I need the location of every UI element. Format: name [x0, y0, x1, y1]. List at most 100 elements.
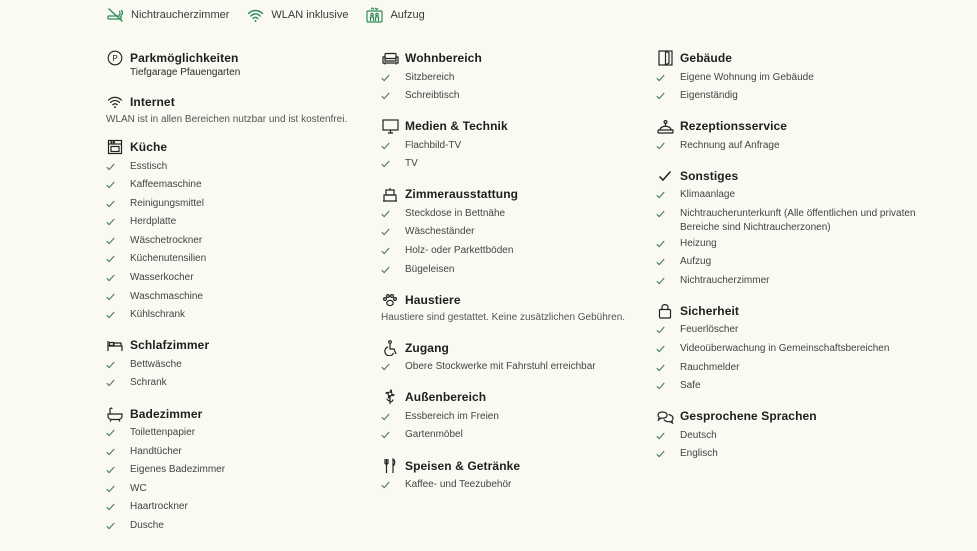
checkmark-icon	[106, 463, 124, 477]
checkmark-icon	[106, 178, 124, 192]
amenity-list: Eigene Wohnung im Gebäude Eigenständig	[656, 70, 936, 107]
section-kitchen: Küche Esstisch Kaffeemaschine Reinigungsmi…	[106, 137, 371, 326]
amenity-label: Kaffeemaschine	[130, 179, 202, 191]
svg-text:P: P	[112, 54, 117, 63]
amenity-item: Rechnung auf Anfrage	[656, 138, 936, 157]
amenity-item: Kühlschrank	[106, 308, 371, 327]
checkmark-icon	[381, 360, 399, 374]
checkmark-icon	[106, 233, 124, 247]
section-bathroom: Badezimmer Toilettenpapier Handtücher Eige…	[106, 404, 371, 538]
amenity-item: Kaffee- und Teezubehör	[381, 478, 646, 497]
amenity-label: TV	[405, 158, 418, 170]
amenity-label: Haartrockner	[130, 501, 188, 513]
checkmark-icon	[381, 478, 399, 492]
amenity-item: TV	[381, 157, 646, 176]
checkmark-icon	[381, 89, 399, 103]
section-title: Speisen & Getränke	[405, 458, 521, 473]
checkmark-icon	[656, 323, 674, 337]
amenity-label: Kaffee- und Teezubehör	[405, 479, 512, 491]
top-highlights: Nichtraucherzimmer WLAN inklusive Aufzug	[107, 5, 443, 25]
reception-bell-icon	[656, 117, 674, 135]
amenity-item: Bügeleisen	[381, 262, 646, 281]
section-title: Sonstiges	[680, 168, 739, 183]
section-living: Wohnbereich Sitzbereich Schreibtisch	[381, 48, 646, 107]
highlight-wifi: WLAN inklusive	[247, 8, 348, 23]
amenity-label: Klimaanlage	[680, 189, 736, 201]
elevator-icon	[366, 7, 384, 23]
amenity-label: Handtücher	[130, 445, 182, 457]
amenity-label: Sitzbereich	[405, 71, 455, 83]
amenity-item: Bettwäsche	[106, 357, 371, 376]
checkmark-icon	[381, 225, 399, 239]
checkmark-icon	[656, 206, 674, 220]
amenity-item: Steckdose in Bettnähe	[381, 206, 646, 225]
amenity-item: Wäschetrockner	[106, 233, 371, 252]
highlight-no-smoking: Nichtraucherzimmer	[107, 7, 229, 23]
amenity-label: WC	[130, 482, 147, 494]
section-description: WLAN ist in allen Bereichen nutzbar und …	[106, 114, 348, 125]
amenity-label: Safe	[680, 380, 701, 392]
amenity-label: Nichtraucherzimmer	[680, 274, 770, 286]
checkmark-icon	[381, 157, 399, 171]
amenity-item: Handtücher	[106, 444, 371, 463]
section-title: Sicherheit	[680, 303, 740, 318]
amenity-list: Kaffee- und Teezubehör	[381, 478, 646, 497]
amenity-label: Steckdose in Bettnähe	[405, 207, 506, 219]
accessibility-icon	[381, 339, 399, 357]
amenity-label: Feuerlöscher	[680, 324, 739, 336]
amenity-item: Deutsch	[656, 428, 936, 447]
lock-icon	[656, 302, 674, 320]
section-title: Außenbereich	[405, 390, 487, 405]
section-subtitle: Tiefgarage Pfauengarten	[130, 67, 241, 78]
section-title: Gesprochene Sprachen	[680, 409, 817, 424]
amenity-label: Englisch	[680, 448, 718, 460]
amenity-item: Küchenutensilien	[106, 252, 371, 271]
section-languages: Gesprochene Sprachen Deutsch Englisch	[656, 406, 936, 465]
bed-icon	[106, 336, 124, 354]
checkmark-icon	[106, 500, 124, 514]
amenity-list: Essbereich im Freien Gartenmöbel	[381, 409, 646, 446]
paw-icon	[381, 291, 399, 309]
amenity-item: Waschmaschine	[106, 289, 371, 308]
section-header: Medien & Technik	[381, 116, 646, 136]
checkmark-icon	[106, 376, 124, 390]
amenity-list: Obere Stockwerke mit Fahrstuhl erreichba…	[381, 360, 646, 379]
checkmark-icon	[381, 409, 399, 423]
amenity-item: Haartrockner	[106, 500, 371, 519]
amenity-item: Wasserkocher	[106, 271, 371, 290]
section-header: Rezeptionsservice	[656, 116, 936, 136]
checkmark-icon	[656, 188, 674, 202]
section-access: Zugang Obere Stockwerke mit Fahrstuhl er…	[381, 338, 646, 379]
amenity-label: Dusche	[130, 520, 164, 531]
checkmark-icon	[656, 428, 674, 442]
checkmark-icon	[106, 271, 124, 285]
amenity-list: Deutsch Englisch	[656, 428, 936, 465]
amenity-label: Küchenutensilien	[130, 253, 207, 265]
amenity-label: Videoüberwachung in Gemeinschaftsbereich…	[680, 342, 890, 354]
amenity-label: Bettwäsche	[130, 358, 182, 370]
checkmark-icon	[106, 215, 124, 229]
amenity-item: Eigene Wohnung im Gebäude	[656, 70, 936, 89]
amenity-item: Herdplatte	[106, 215, 371, 234]
checkmark-icon	[106, 159, 124, 173]
checkmark-icon	[656, 447, 674, 461]
section-header: Sonstiges	[656, 166, 936, 186]
amenity-label: Eigene Wohnung im Gebäude	[680, 71, 814, 83]
section-header: Badezimmer	[106, 404, 371, 424]
amenity-item: Sitzbereich	[381, 70, 646, 89]
section-room-equipment: Zimmerausstattung Steckdose in Bettnähe W…	[381, 184, 646, 280]
tv-icon	[381, 117, 399, 135]
checkmark-icon	[106, 357, 124, 371]
amenity-item: Feuerlöscher	[656, 323, 936, 342]
section-header: Speisen & Getränke	[381, 456, 646, 476]
section-header: Sicherheit	[656, 301, 936, 321]
checkmark-icon	[106, 308, 124, 322]
section-title: Parkmöglichkeiten	[130, 51, 239, 65]
section-description: Haustiere sind gestattet. Keine zusätzli…	[381, 311, 626, 323]
checkmark-icon	[106, 289, 124, 303]
amenity-item: Flachbild-TV	[381, 138, 646, 157]
amenity-list: Flachbild-TV TV	[381, 138, 646, 175]
amenity-label: Nichtraucherunterkunft (Alle öffentliche…	[680, 207, 916, 234]
room-equipment-icon	[381, 185, 399, 203]
amenity-list: Rechnung auf Anfrage	[656, 138, 936, 157]
